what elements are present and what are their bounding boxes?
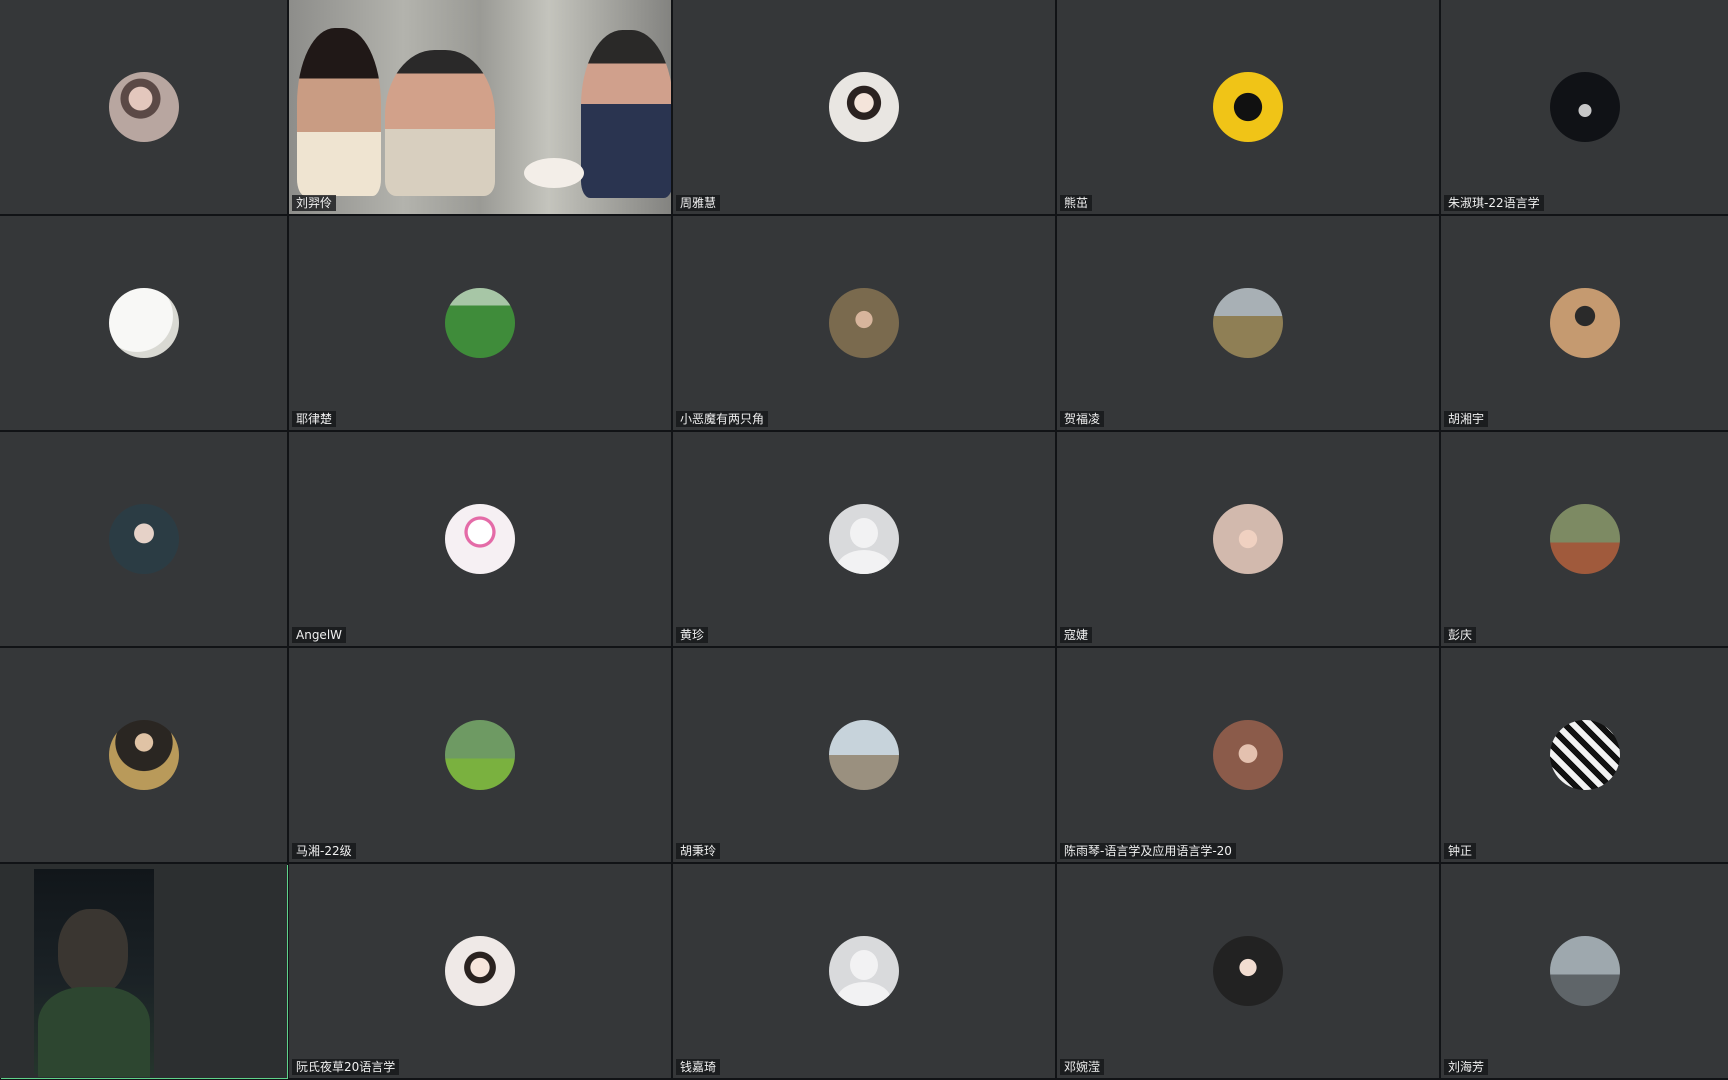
participant-name: 黄珍 bbox=[676, 627, 709, 643]
participant-name: 耶律楚 bbox=[292, 411, 337, 427]
participant-avatar bbox=[1549, 504, 1620, 574]
participant-name: 寇婕 bbox=[1060, 627, 1093, 643]
participant-tile[interactable]: 熊茁 bbox=[1057, 0, 1441, 216]
participant-avatar bbox=[108, 504, 179, 574]
participant-avatar bbox=[829, 720, 899, 790]
participant-tile[interactable]: 寇婕 bbox=[1057, 432, 1441, 648]
default-avatar-icon bbox=[829, 504, 899, 574]
participant-tile[interactable] bbox=[0, 0, 289, 216]
participant-name: 熊茁 bbox=[1060, 195, 1093, 211]
participant-avatar bbox=[108, 720, 179, 790]
participant-name: 胡湘宇 bbox=[1444, 411, 1489, 427]
participant-tile[interactable]: AngelW bbox=[289, 432, 673, 648]
participant-name: 周雅慧 bbox=[676, 195, 721, 211]
participant-tile[interactable]: 马湘-22级 bbox=[289, 648, 673, 864]
participant-tile[interactable] bbox=[0, 648, 289, 864]
participant-tile-video[interactable]: 刘羿伶 bbox=[289, 0, 673, 216]
participant-tile[interactable]: 黄珍 bbox=[673, 432, 1057, 648]
participant-avatar bbox=[1549, 288, 1620, 358]
participant-tile[interactable]: 邓婉滢 bbox=[1057, 864, 1441, 1080]
participant-video-frame bbox=[34, 869, 154, 1077]
participant-name: 胡秉玲 bbox=[676, 843, 721, 859]
participant-name: 阮氏夜草20语言学 bbox=[292, 1059, 400, 1075]
participant-name: AngelW bbox=[292, 627, 347, 643]
participant-avatar bbox=[829, 288, 899, 358]
participant-name: 钟正 bbox=[1444, 843, 1477, 859]
participant-avatar bbox=[1213, 936, 1283, 1006]
participant-tile-active-speaker[interactable] bbox=[0, 864, 289, 1080]
participant-tile[interactable]: 陈雨琴-语言学及应用语言学-20 bbox=[1057, 648, 1441, 864]
participant-avatar bbox=[1549, 720, 1620, 790]
participant-name: 刘羿伶 bbox=[292, 195, 337, 211]
participant-name: 刘海芳 bbox=[1444, 1059, 1489, 1075]
participant-avatar bbox=[1213, 720, 1283, 790]
participant-tile[interactable]: 小恶魔有两只角 bbox=[673, 216, 1057, 432]
participant-name: 钱嘉琦 bbox=[676, 1059, 721, 1075]
participant-tile[interactable]: 钟正 bbox=[1441, 648, 1728, 864]
participant-tile[interactable]: 阮氏夜草20语言学 bbox=[289, 864, 673, 1080]
participant-name: 小恶魔有两只角 bbox=[676, 411, 769, 427]
participant-name: 朱淑琪-22语言学 bbox=[1444, 195, 1544, 211]
participant-name: 陈雨琴-语言学及应用语言学-20 bbox=[1060, 843, 1236, 859]
participant-tile[interactable]: 胡湘宇 bbox=[1441, 216, 1728, 432]
participant-avatar bbox=[1213, 504, 1283, 574]
participant-tile[interactable]: 周雅慧 bbox=[673, 0, 1057, 216]
participant-name: 彭庆 bbox=[1444, 627, 1477, 643]
participant-tile[interactable]: 胡秉玲 bbox=[673, 648, 1057, 864]
participant-name: 贺福凌 bbox=[1060, 411, 1105, 427]
participant-tile[interactable]: 贺福凌 bbox=[1057, 216, 1441, 432]
participant-avatar bbox=[445, 720, 515, 790]
participant-name: 马湘-22级 bbox=[292, 843, 356, 859]
participant-tile[interactable]: 钱嘉琦 bbox=[673, 864, 1057, 1080]
participant-avatar bbox=[1549, 72, 1620, 142]
participant-avatar bbox=[1549, 936, 1620, 1006]
participant-avatar bbox=[108, 72, 179, 142]
participant-tile[interactable]: 朱淑琪-22语言学 bbox=[1441, 0, 1728, 216]
participant-avatar bbox=[108, 288, 179, 358]
participant-tile[interactable]: 彭庆 bbox=[1441, 432, 1728, 648]
participant-avatar bbox=[829, 72, 899, 142]
participant-name: 邓婉滢 bbox=[1060, 1059, 1105, 1075]
participant-avatar bbox=[1213, 72, 1283, 142]
participant-tile[interactable]: 耶律楚 bbox=[289, 216, 673, 432]
participant-grid: 刘羿伶 周雅慧 熊茁 朱淑琪-22语言学 耶律楚 小恶魔有两只角 贺福凌 胡湘宇… bbox=[0, 0, 1728, 1080]
participant-video bbox=[289, 0, 671, 214]
participant-tile[interactable] bbox=[0, 216, 289, 432]
participant-tile[interactable]: 刘海芳 bbox=[1441, 864, 1728, 1080]
default-avatar-icon bbox=[829, 936, 899, 1006]
participant-avatar bbox=[445, 936, 515, 1006]
participant-avatar bbox=[445, 288, 515, 358]
participant-tile[interactable] bbox=[0, 432, 289, 648]
participant-avatar bbox=[445, 504, 515, 574]
participant-avatar bbox=[1213, 288, 1283, 358]
